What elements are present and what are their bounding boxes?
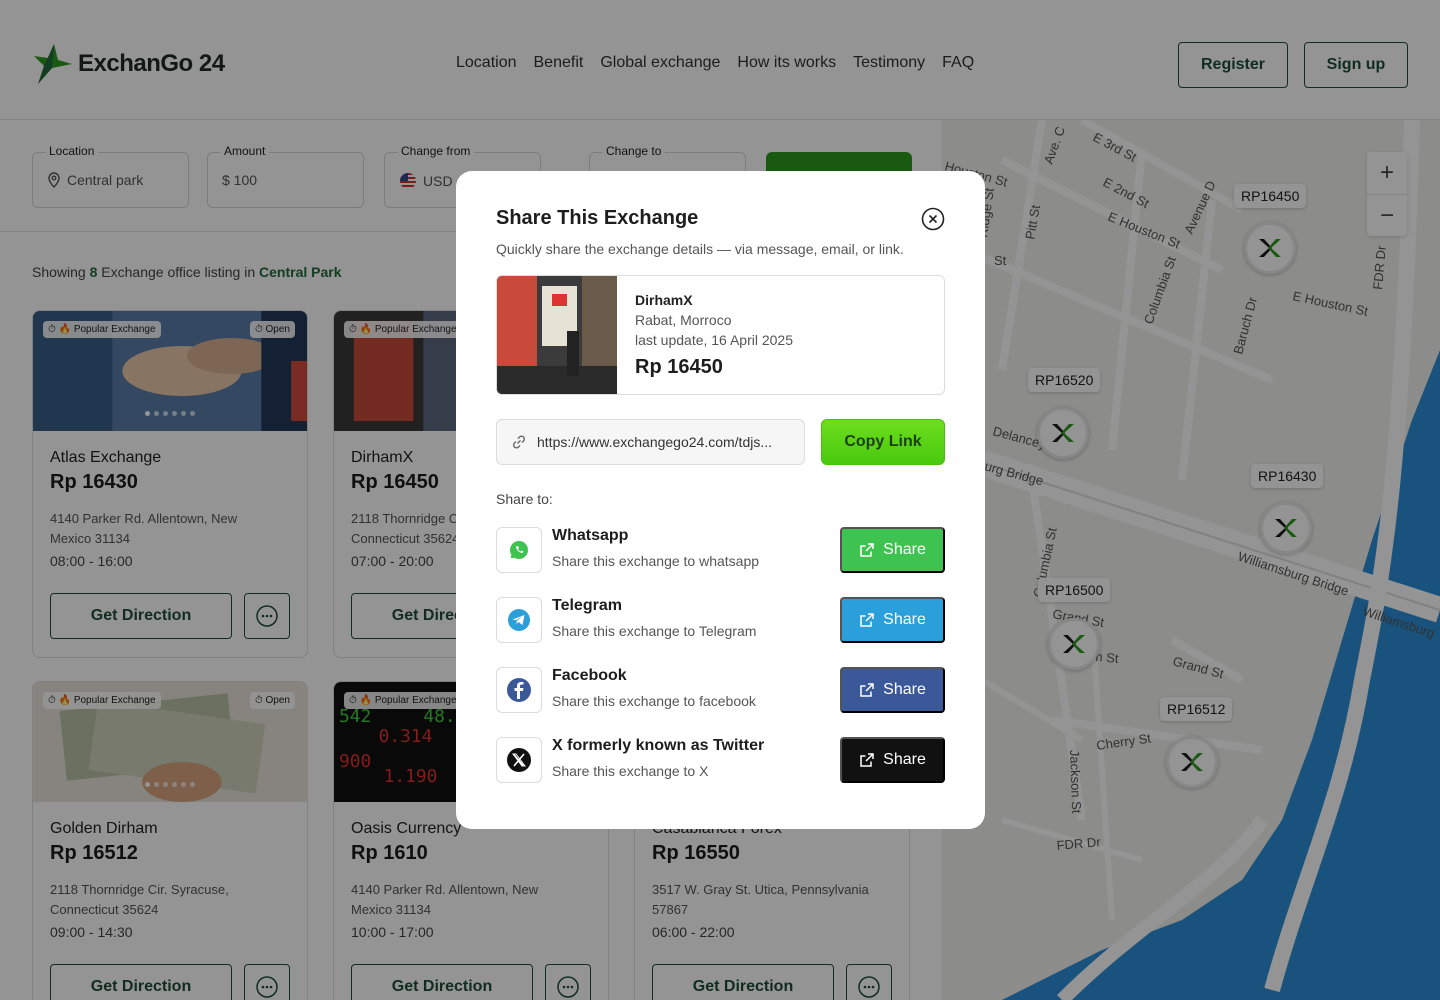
share-button-label: Share xyxy=(883,751,926,768)
whatsapp-icon xyxy=(496,527,542,573)
share-channel-desc: Share this exchange to facebook xyxy=(552,693,756,709)
share-x-button[interactable]: Share xyxy=(840,737,945,783)
share-row-facebook: Facebook Share this exchange to facebook… xyxy=(496,667,945,713)
share-row-telegram: Telegram Share this exchange to Telegram… xyxy=(496,597,945,643)
share-row-x: X formerly known as Twitter Share this e… xyxy=(496,737,945,783)
share-button-label: Share xyxy=(883,541,926,558)
copy-link-button[interactable]: Copy Link xyxy=(821,419,945,465)
telegram-icon xyxy=(496,597,542,643)
exchange-summary-card: DirhamX Rabat, Morroco last update, 16 A… xyxy=(496,275,945,395)
share-channel-desc: Share this exchange to X xyxy=(552,763,709,779)
close-icon[interactable] xyxy=(921,207,945,231)
external-link-icon xyxy=(860,683,874,697)
facebook-icon xyxy=(496,667,542,713)
share-whatsapp-button[interactable]: Share xyxy=(840,527,945,573)
office-photo xyxy=(497,276,617,394)
share-button-label: Share xyxy=(883,611,926,628)
x-icon xyxy=(496,737,542,783)
office-name: DirhamX xyxy=(635,292,693,308)
share-button-label: Share xyxy=(883,681,926,698)
share-channel-name: Whatsapp xyxy=(552,527,629,544)
office-updated: last update, 16 April 2025 xyxy=(635,332,794,348)
office-location: Rabat, Morroco xyxy=(635,312,732,328)
share-channel-desc: Share this exchange to whatsapp xyxy=(552,553,760,569)
share-channel-desc: Share this exchange to Telegram xyxy=(552,623,757,639)
share-telegram-button[interactable]: Share xyxy=(840,597,945,643)
share-link-field[interactable]: https://www.exchangego24.com/tdjs... xyxy=(496,419,805,465)
share-modal: Share This Exchange Quickly share the ex… xyxy=(456,171,985,829)
share-channel-name: Telegram xyxy=(552,597,622,614)
office-price: Rp 16450 xyxy=(635,356,723,378)
modal-subtitle: Quickly share the exchange details — via… xyxy=(496,241,904,257)
modal-title: Share This Exchange xyxy=(496,207,699,229)
share-link-value: https://www.exchangego24.com/tdjs... xyxy=(537,434,773,450)
external-link-icon xyxy=(860,543,874,557)
link-icon xyxy=(512,435,526,449)
share-channel-name: X formerly known as Twitter xyxy=(552,737,765,754)
share-facebook-button[interactable]: Share xyxy=(840,667,945,713)
external-link-icon xyxy=(860,613,874,627)
share-channel-name: Facebook xyxy=(552,667,627,684)
share-row-whatsapp: Whatsapp Share this exchange to whatsapp… xyxy=(496,527,945,573)
share-to-label: Share to: xyxy=(496,491,553,507)
external-link-icon xyxy=(860,753,874,767)
